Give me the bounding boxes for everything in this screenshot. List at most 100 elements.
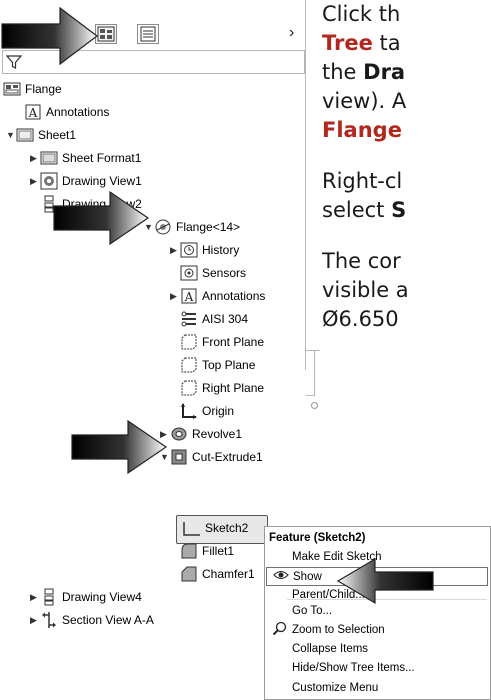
svg-text:A: A bbox=[184, 290, 194, 304]
instruction-fragment: select bbox=[322, 198, 392, 222]
menu-item-customize-menu[interactable]: Customize Menu bbox=[266, 678, 488, 697]
splitter-handle[interactable] bbox=[311, 402, 318, 409]
splitter[interactable] bbox=[314, 350, 315, 395]
menu-item-label: Hide/Show Tree Items... bbox=[292, 661, 415, 674]
tree-item-material[interactable]: AISI 304 bbox=[180, 308, 248, 330]
tree-item-drawing-view4[interactable]: ▶ Drawing View4 bbox=[30, 586, 142, 608]
tree-item-part-flange[interactable]: ▼ Flange<14> bbox=[144, 216, 240, 238]
panel-border bbox=[305, 0, 306, 370]
material-icon bbox=[181, 311, 196, 327]
tree-node-label: Drawing View1 bbox=[62, 174, 142, 188]
instruction-line: Click th bbox=[322, 0, 491, 29]
fillet-icon bbox=[181, 543, 197, 559]
tree-node-label: Top Plane bbox=[202, 358, 256, 372]
origin-icon bbox=[181, 403, 197, 419]
tree-item-front-plane[interactable]: Front Plane bbox=[180, 331, 264, 353]
tree-node-label: Flange bbox=[25, 82, 62, 96]
tree-node-label: Annotations bbox=[202, 289, 266, 303]
plane-icon bbox=[181, 357, 197, 373]
menu-item-label: Show bbox=[293, 570, 322, 583]
tree-node-label: Sheet Format1 bbox=[62, 151, 142, 165]
instruction-line: Flange bbox=[322, 116, 491, 145]
annotations-icon: A bbox=[181, 288, 197, 304]
zoom-icon bbox=[270, 620, 290, 639]
instruction-line: view). A bbox=[322, 87, 491, 116]
tree-item-history[interactable]: ▶ History bbox=[170, 239, 239, 261]
tree-root-drawing[interactable]: Flange bbox=[3, 78, 62, 100]
drawing-view-icon bbox=[44, 588, 54, 606]
plane-icon bbox=[181, 334, 197, 350]
instruction-gap bbox=[322, 145, 491, 167]
tree-node-label: Chamfer1 bbox=[202, 567, 255, 581]
tree-item-right-plane[interactable]: Right Plane bbox=[180, 377, 264, 399]
menu-item-label: Zoom to Selection bbox=[292, 623, 385, 636]
tree-item-chamfer[interactable]: Chamfer1 bbox=[180, 563, 255, 585]
instruction-line: select S bbox=[322, 196, 491, 225]
expand-arrow-icon[interactable]: ▶ bbox=[30, 615, 40, 626]
instruction-gap bbox=[322, 225, 491, 247]
instruction-line: Ø6.650 bbox=[322, 305, 491, 334]
plane-icon bbox=[181, 380, 197, 396]
context-menu: Feature (Sketch2) Make Edit Sketch Show … bbox=[264, 526, 491, 700]
tree-node-label: Annotations bbox=[46, 105, 110, 119]
sensors-icon bbox=[180, 265, 198, 281]
splitter-edge bbox=[306, 350, 320, 351]
instruction-highlight: Tree bbox=[322, 31, 373, 55]
tree-item-revolve[interactable]: ▶ Revolve1 bbox=[160, 423, 242, 445]
instruction-fragment: view). A bbox=[322, 89, 407, 113]
pointer-arrow-icon bbox=[1, 6, 98, 66]
instruction-fragment: Ø6.650 bbox=[322, 307, 399, 331]
expand-arrow-icon[interactable]: ▶ bbox=[30, 592, 40, 603]
annotations-icon: A bbox=[25, 104, 41, 120]
instruction-fragment: Right-cl bbox=[322, 169, 403, 193]
eye-icon bbox=[271, 569, 291, 584]
menu-item-collapse-items[interactable]: Collapse Items bbox=[266, 639, 488, 658]
tree-item-fillet[interactable]: Fillet1 bbox=[180, 540, 234, 562]
instruction-line: the Dra bbox=[322, 58, 491, 87]
instruction-fragment: The cor bbox=[322, 249, 401, 273]
tree-item-origin[interactable]: Origin bbox=[180, 400, 234, 422]
splitter-edge bbox=[306, 395, 315, 396]
expand-arrow-icon[interactable]: ▶ bbox=[170, 291, 180, 302]
menu-item-zoom-to-selection[interactable]: Zoom to Selection bbox=[266, 620, 488, 639]
expand-arrow-icon[interactable]: ▶ bbox=[30, 176, 40, 187]
property-manager-tab[interactable] bbox=[137, 24, 159, 44]
sheet-icon bbox=[16, 128, 34, 142]
menu-item-hide-show-tree-items[interactable]: Hide/Show Tree Items... bbox=[266, 658, 488, 677]
tree-item-sketch2[interactable]: Sketch2 bbox=[183, 517, 248, 539]
tree-node-label: Flange<14> bbox=[176, 220, 241, 234]
chevron-right-icon[interactable]: › bbox=[289, 24, 294, 42]
tree-item-sheet1[interactable]: ▼ Sheet1 bbox=[6, 124, 76, 146]
tree-node-label: AISI 304 bbox=[202, 312, 249, 326]
menu-item-label: Go To... bbox=[292, 604, 333, 617]
tree-item-part-annotations[interactable]: ▶ A Annotations bbox=[170, 285, 265, 307]
tree-item-sensors[interactable]: Sensors bbox=[180, 262, 246, 284]
tree-item-sheet-format[interactable]: ▶ Sheet Format1 bbox=[30, 147, 141, 169]
instruction-line: Right-cl bbox=[322, 167, 491, 196]
tree-node-label: Sketch2 bbox=[205, 521, 249, 535]
tree-item-annotations[interactable]: A Annotations bbox=[24, 101, 109, 123]
tree-node-label: Sensors bbox=[202, 266, 247, 280]
expand-arrow-icon[interactable]: ▶ bbox=[170, 245, 180, 256]
part-icon bbox=[155, 219, 171, 235]
tree-item-cut-extrude[interactable]: ▼ Cut-Extrude1 bbox=[160, 446, 263, 468]
collapse-arrow-icon[interactable]: ▼ bbox=[6, 130, 16, 140]
tree-node-label: Front Plane bbox=[202, 335, 265, 349]
expand-arrow-icon[interactable]: ▶ bbox=[30, 153, 40, 164]
tree-node-label: Drawing View4 bbox=[62, 590, 142, 604]
instruction-line: The cor bbox=[322, 247, 491, 276]
revolve-icon bbox=[171, 427, 187, 441]
drawing-icon bbox=[3, 82, 21, 96]
menu-item-label: Customize Menu bbox=[292, 681, 379, 694]
tree-node-label: Sheet1 bbox=[38, 128, 77, 142]
property-manager-icon bbox=[140, 26, 156, 42]
section-view-icon bbox=[42, 612, 56, 628]
tree-item-section-view[interactable]: ▶ Section View A-A bbox=[30, 609, 154, 631]
tree-node-label: Revolve1 bbox=[192, 427, 243, 441]
instruction-text: Click th Tree ta the Dra view). A Flange… bbox=[322, 0, 491, 334]
context-menu-title: Feature (Sketch2) bbox=[269, 532, 366, 544]
tree-item-top-plane[interactable]: Top Plane bbox=[180, 354, 255, 376]
instruction-highlight: Flange bbox=[322, 118, 402, 142]
menu-item-label: Collapse Items bbox=[292, 642, 369, 655]
cut-extrude-icon bbox=[171, 449, 187, 465]
